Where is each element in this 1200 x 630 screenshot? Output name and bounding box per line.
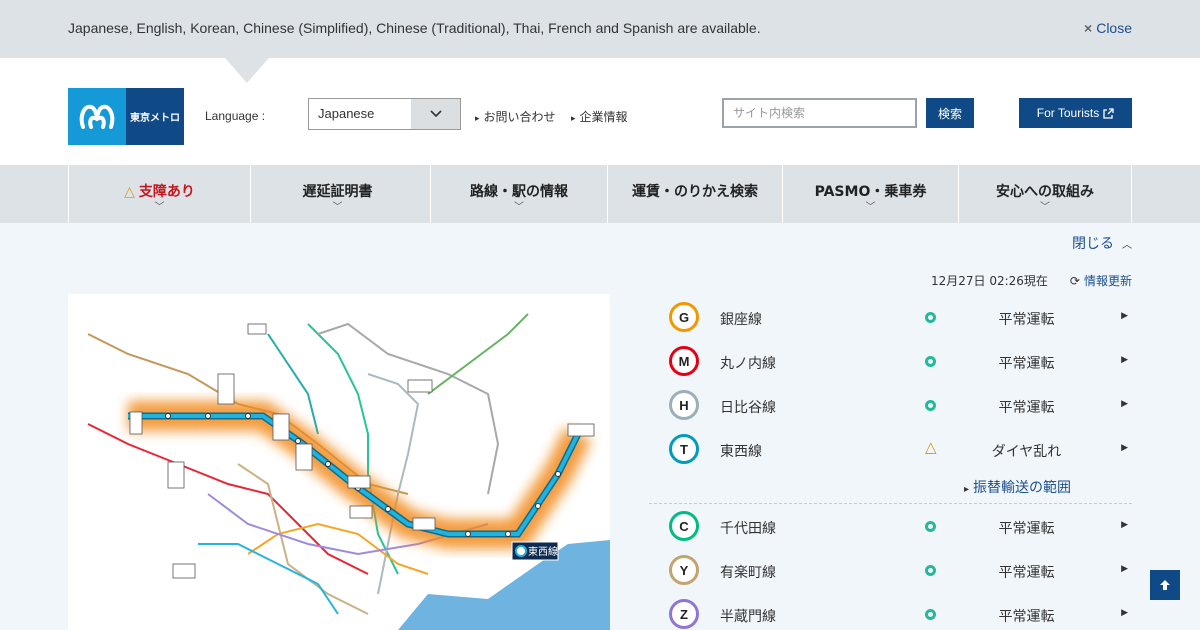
chevron-down-icon[interactable] — [411, 99, 460, 129]
global-nav: △ 支障あり ﹀ 遅延証明書 ﹀ 路線・駅の情報 ﹀ 運賃・のりかえ検索 PASM… — [0, 165, 1200, 223]
transfer-transport-label: 振替輸送の範囲 — [964, 477, 1071, 497]
line-row-tozai[interactable]: T 東西線 △ ダイヤ乱れ ▶ — [649, 427, 1132, 471]
warning-icon: △ — [124, 184, 135, 200]
svg-text:東西線: 東西線 — [528, 545, 558, 558]
normal-status-icon — [925, 521, 936, 532]
chevron-down-icon: ﹀ — [1040, 202, 1050, 213]
chiyoda-line-icon: C — [669, 511, 699, 541]
line-status: 平常運転 — [998, 312, 1055, 328]
route-map[interactable]: 東西線 — [68, 294, 610, 630]
hibiya-line-icon: H — [669, 390, 699, 420]
metro-mark-icon — [68, 88, 126, 145]
map-tozai-label: 東西線 — [511, 541, 559, 561]
line-status: 平常運転 — [998, 356, 1055, 372]
ginza-line-icon: G — [669, 302, 699, 332]
normal-status-icon — [925, 609, 936, 620]
nav-delay-certificate[interactable]: 遅延証明書 ﹀ — [250, 165, 424, 223]
external-link-icon — [1103, 107, 1114, 119]
language-label: Language : — [205, 109, 266, 123]
back-to-top-button[interactable] — [1150, 570, 1180, 600]
chevron-right-icon: ▶ — [1121, 355, 1128, 365]
updated-timestamp: 12月27日 02:26現在 — [931, 274, 1048, 288]
chevron-right-icon: ▶ — [1121, 311, 1128, 321]
nav-lines-stations[interactable]: 路線・駅の情報 ﹀ — [430, 165, 607, 223]
line-name: 日比谷線 — [720, 400, 776, 416]
header: 東京メトロ Language : Japanese お問い合わせ 企業情報 サイ… — [0, 58, 1200, 165]
nav-label: 支障あり — [138, 184, 195, 200]
chevron-down-icon: ﹀ — [332, 202, 343, 213]
arrow-up-icon — [1160, 580, 1170, 590]
route-map-graphic: 東西線 — [87, 313, 610, 630]
service-status-panel: 閉じる ︿ 12月27日 02:26現在 ⟳ 情報更新 東西線 G 銀座線 平常… — [0, 223, 1200, 630]
line-status: ダイヤ乱れ — [991, 444, 1062, 460]
normal-status-icon — [925, 565, 936, 576]
normal-status-icon — [925, 400, 936, 411]
banner-close-label: Close — [1096, 20, 1132, 36]
line-name: 有楽町線 — [720, 565, 776, 581]
line-row-chiyoda[interactable]: C 千代田線 平常運転 ▶ — [649, 504, 1132, 548]
chevron-up-icon: ︿ — [1122, 240, 1132, 251]
warning-icon: △ — [925, 438, 937, 456]
tozai-line-icon: T — [669, 434, 699, 464]
search-button[interactable]: 検索 — [926, 98, 974, 128]
nav-label: 運賃・のりかえ検索 — [632, 184, 758, 200]
line-name: 半蔵門線 — [720, 609, 776, 625]
line-name: 銀座線 — [720, 312, 762, 328]
nav-safety[interactable]: 安心への取組み ﹀ — [958, 165, 1132, 223]
line-name: 東西線 — [720, 444, 762, 460]
chevron-right-icon: ▶ — [1121, 443, 1128, 453]
nav-label: 路線・駅の情報 — [470, 184, 568, 200]
logo-wordmark: 東京メトロ — [126, 88, 184, 145]
line-row-yurakucho[interactable]: Y 有楽町線 平常運転 ▶ — [649, 548, 1132, 592]
transfer-transport-link[interactable]: 振替輸送の範囲 — [649, 471, 1132, 503]
line-row-hanzomon[interactable]: Z 半蔵門線 平常運転 ▶ — [649, 592, 1132, 630]
hanzomon-line-icon: Z — [669, 599, 699, 629]
nav-fare-transfer-search[interactable]: 運賃・のりかえ検索 — [607, 165, 782, 223]
nav-service-disruption[interactable]: △ 支障あり ﹀ — [68, 165, 250, 223]
chevron-down-icon: ﹀ — [865, 202, 876, 213]
for-tourists-label: For Tourists — [1036, 106, 1100, 120]
line-status: 平常運転 — [998, 400, 1055, 416]
banner-close-button[interactable]: × Close — [1084, 20, 1132, 36]
line-status: 平常運転 — [998, 521, 1055, 537]
language-banner: Japanese, English, Korean, Chinese (Simp… — [0, 0, 1200, 58]
panel-close-button[interactable]: 閉じる ︿ — [1072, 233, 1132, 253]
language-select[interactable]: Japanese — [308, 98, 461, 130]
language-availability-message: Japanese, English, Korean, Chinese (Simp… — [68, 20, 761, 36]
contact-link[interactable]: お問い合わせ — [475, 108, 556, 125]
language-select-value: Japanese — [318, 106, 375, 121]
normal-status-icon — [925, 356, 936, 367]
line-name: 千代田線 — [720, 521, 776, 537]
corporate-info-link[interactable]: 企業情報 — [571, 108, 628, 125]
line-row-marunouchi[interactable]: M 丸ノ内線 平常運転 ▶ — [649, 339, 1132, 383]
for-tourists-button[interactable]: For Tourists — [1019, 98, 1132, 128]
chevron-right-icon: ▶ — [1121, 564, 1128, 574]
chevron-right-icon: ▶ — [1121, 520, 1128, 530]
line-row-hibiya[interactable]: H 日比谷線 平常運転 ▶ — [649, 383, 1132, 427]
line-name: 丸ノ内線 — [720, 356, 776, 372]
normal-status-icon — [925, 312, 936, 323]
refresh-icon: ⟳ — [1069, 274, 1080, 288]
line-status-list: G 銀座線 平常運転 ▶ M 丸ノ内線 平常運転 ▶ H 日比谷線 平常運転 ▶… — [649, 295, 1132, 630]
chevron-down-icon: ﹀ — [154, 202, 165, 213]
line-row-ginza[interactable]: G 銀座線 平常運転 ▶ — [649, 295, 1132, 339]
marunouchi-line-icon: M — [669, 346, 699, 376]
close-icon: × — [1084, 20, 1093, 36]
yurakucho-line-icon: Y — [669, 555, 699, 585]
line-status: 平常運転 — [998, 565, 1055, 581]
chevron-down-icon: ﹀ — [514, 202, 524, 213]
tokyo-metro-logo[interactable]: 東京メトロ — [68, 88, 184, 145]
nav-pasmo-tickets[interactable]: PASMO・乗車券 ﹀ — [782, 165, 958, 223]
nav-label: PASMO・乗車券 — [814, 184, 927, 200]
chevron-right-icon: ▶ — [1121, 608, 1128, 618]
panel-close-label: 閉じる — [1072, 236, 1114, 252]
line-status: 平常運転 — [998, 609, 1055, 625]
site-search-input[interactable]: サイト内検索 — [722, 98, 917, 128]
nav-label: 安心への取組み — [996, 184, 1094, 200]
nav-label: 遅延証明書 — [302, 184, 373, 200]
refresh-label: 情報更新 — [1083, 274, 1132, 288]
chevron-right-icon: ▶ — [1121, 399, 1128, 409]
refresh-button[interactable]: ⟳ 情報更新 — [1070, 272, 1132, 289]
